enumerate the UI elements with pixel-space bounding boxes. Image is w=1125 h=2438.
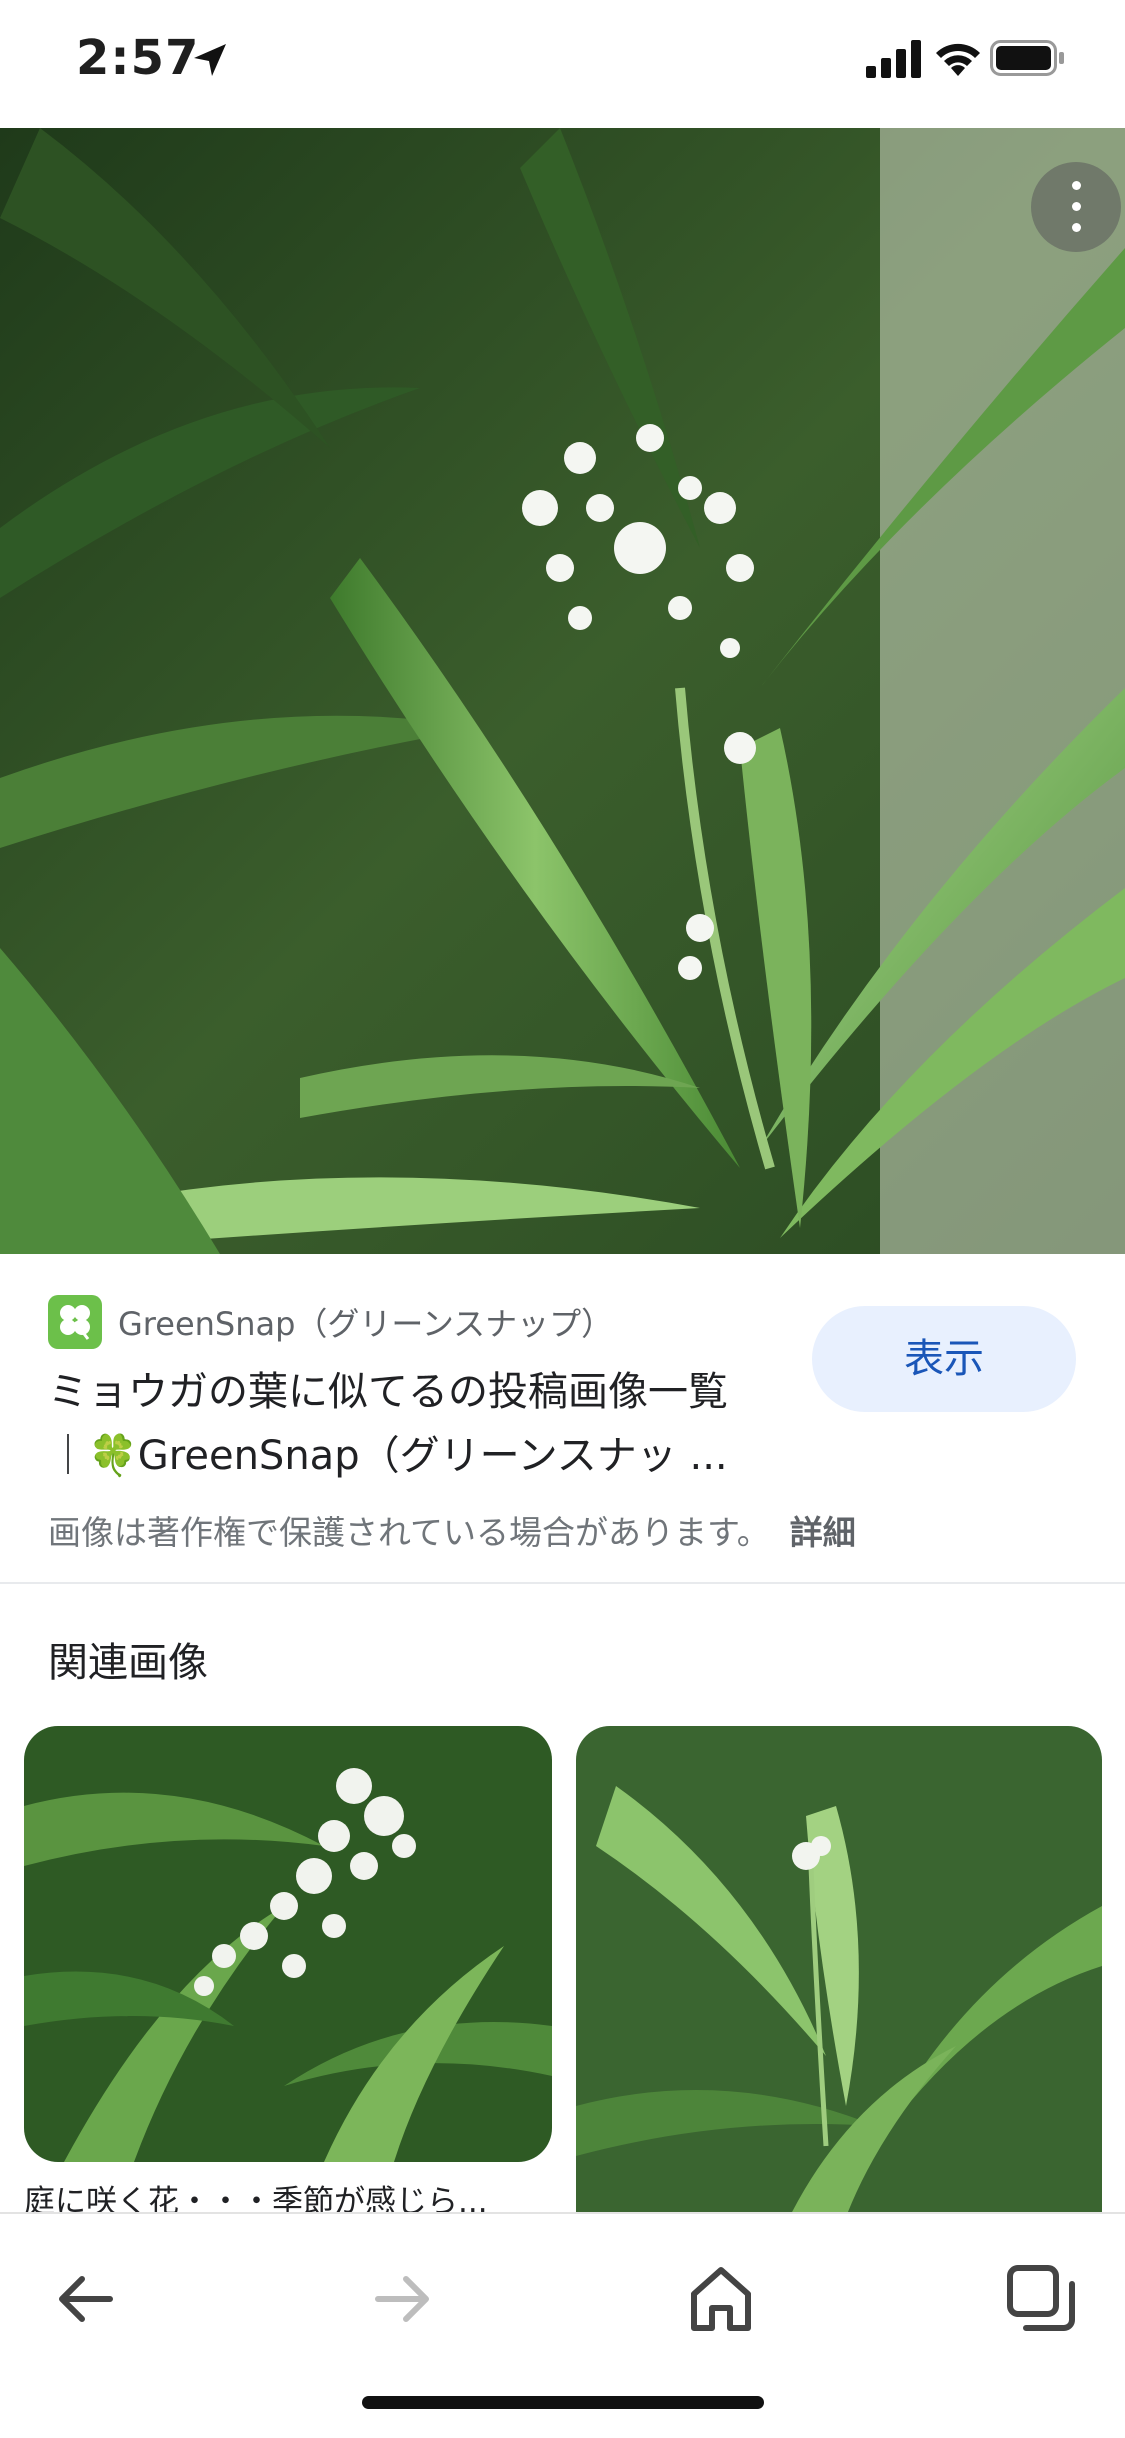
- source-name: GreenSnap（グリーンスナップ）: [118, 1305, 614, 1343]
- result-title-line2: ｜🍀GreenSnap（グリーンスナッ ...: [48, 1433, 728, 1479]
- divider: [0, 1582, 1125, 1584]
- back-icon[interactable]: [40, 2254, 130, 2344]
- source-row[interactable]: GreenSnap（グリーンスナップ）: [48, 1294, 613, 1350]
- result-title-link[interactable]: ミョウガの葉に似てるの投稿画像一覧 ｜🍀GreenSnap（グリーンスナッ ..…: [48, 1360, 808, 1488]
- details-link[interactable]: 詳細: [790, 1513, 856, 1552]
- plant-photo: [0, 128, 1125, 1254]
- result-title-line1: ミョウガの葉に似てるの投稿画像一覧: [48, 1369, 728, 1415]
- home-indicator: [362, 2396, 764, 2409]
- tabs-icon[interactable]: [996, 2254, 1086, 2344]
- copyright-notice: 画像は著作権で保護されている場合があります。 詳細: [48, 1506, 856, 1554]
- status-time: 2:57: [76, 30, 200, 86]
- status-bar: 2:57: [0, 0, 1125, 128]
- more-options-button[interactable]: [1031, 162, 1121, 252]
- related-image-1[interactable]: [24, 1726, 552, 2162]
- signal-icon: [866, 40, 921, 78]
- location-arrow-icon: [194, 44, 226, 76]
- related-plant-photo-1: [24, 1726, 552, 2162]
- related-image-2[interactable]: [576, 1726, 1102, 2246]
- wifi-icon: [936, 43, 980, 76]
- greensnap-logo-icon: [48, 1295, 102, 1349]
- forward-icon[interactable]: [358, 2254, 448, 2344]
- related-images-heading: 関連画像: [48, 1640, 208, 1686]
- view-button[interactable]: 表示: [812, 1306, 1076, 1412]
- hero-image[interactable]: [0, 128, 1125, 1254]
- battery-icon: [990, 40, 1064, 76]
- copyright-text: 画像は著作権で保護されている場合があります。: [48, 1513, 770, 1552]
- related-plant-photo-2: [576, 1726, 1102, 2246]
- home-icon[interactable]: [676, 2254, 766, 2344]
